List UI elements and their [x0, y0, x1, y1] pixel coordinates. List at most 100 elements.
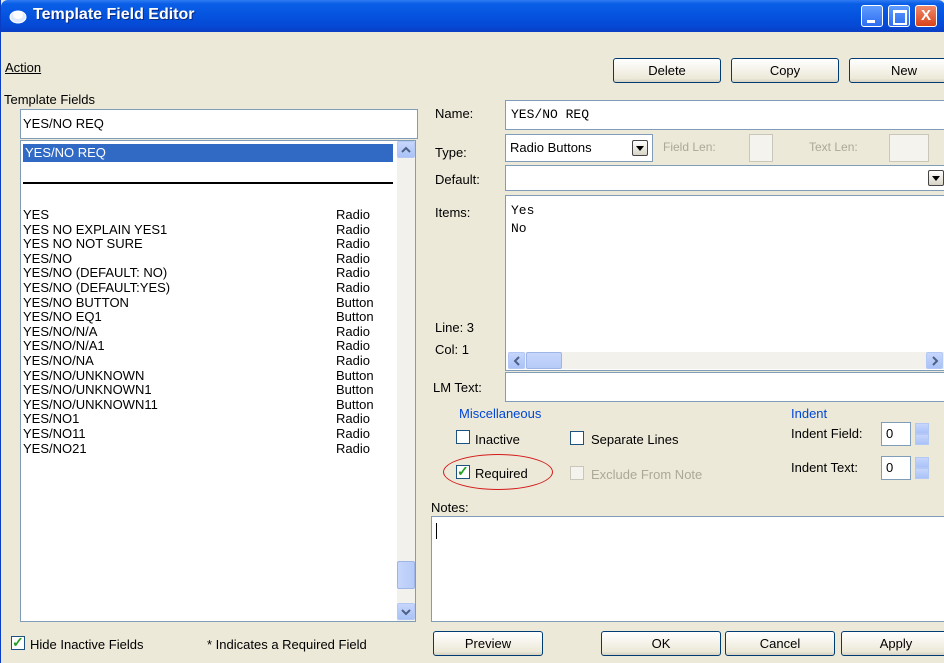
- field-name: YES NO NOT SURE: [23, 236, 143, 252]
- list-item[interactable]: YES/NO (DEFAULT: NO) Radio: [23, 265, 393, 280]
- chevron-down-icon[interactable]: [928, 170, 944, 186]
- delete-button[interactable]: Delete: [613, 58, 721, 83]
- scroll-left-button[interactable]: [508, 352, 525, 369]
- name-input[interactable]: YES/NO REQ: [505, 100, 944, 130]
- list-scrollbar[interactable]: [397, 141, 415, 621]
- inactive-label: Inactive: [475, 432, 520, 447]
- template-fields-search-input[interactable]: YES/NO REQ: [20, 109, 418, 139]
- template-field-editor-window: Template Field Editor Action Delete Copy…: [0, 0, 944, 663]
- chevron-down-icon[interactable]: [632, 140, 648, 156]
- required-highlight-oval: [443, 454, 553, 490]
- list-item[interactable]: YES/NO/NA Radio: [23, 353, 393, 368]
- item-line: Yes: [511, 203, 535, 218]
- scroll-down-button[interactable]: [397, 603, 415, 620]
- field-name: YES/NO BUTTON: [23, 294, 129, 310]
- type-value: Radio Buttons: [510, 140, 592, 155]
- line-indicator: Line: 3: [435, 320, 475, 335]
- scroll-thumb[interactable]: [397, 561, 415, 589]
- field-len-label: Field Len:: [663, 140, 716, 154]
- field-type: Button: [336, 294, 374, 310]
- indent-field-input[interactable]: 0: [881, 422, 911, 446]
- list-item[interactable]: YES/NO11 Radio: [23, 426, 393, 441]
- indent-field-label: Indent Field:: [791, 426, 863, 441]
- items-hscrollbar[interactable]: [508, 352, 944, 369]
- chevron-up-icon: [401, 146, 411, 153]
- text-len-input[interactable]: [889, 134, 929, 162]
- type-select[interactable]: Radio Buttons: [505, 134, 653, 162]
- list-item[interactable]: YES NO NOT SURE Radio: [23, 236, 393, 251]
- scroll-right-button[interactable]: [926, 352, 943, 369]
- hide-inactive-checkbox[interactable]: [11, 634, 25, 651]
- field-name: YES: [23, 207, 50, 222]
- name-value: YES/NO REQ: [511, 107, 590, 122]
- list-item[interactable]: YES/NO21 Radio: [23, 441, 393, 456]
- list-item[interactable]: YES/NO1 Radio: [23, 411, 393, 426]
- list-item[interactable]: YES/NO EQ1 Button: [23, 309, 393, 324]
- field-type: Button: [336, 367, 374, 383]
- default-select[interactable]: [505, 165, 944, 191]
- list-item[interactable]: YES Radio: [23, 207, 393, 222]
- cancel-button[interactable]: Cancel: [725, 631, 835, 656]
- indent-field-spinner[interactable]: [915, 423, 929, 445]
- template-fields-label: Template Fields: [4, 92, 96, 107]
- field-name: YES/NO (DEFAULT: NO): [23, 265, 168, 281]
- list-item[interactable]: YES NO EXPLAIN YES1 Radio: [23, 222, 393, 237]
- close-button[interactable]: [915, 5, 937, 27]
- field-name: YES/NO/N/A1: [23, 338, 105, 354]
- field-len-input[interactable]: [749, 134, 773, 162]
- notes-label: Notes:: [431, 500, 469, 515]
- search-value: YES/NO REQ: [23, 116, 104, 131]
- selected-field-row[interactable]: YES/NO REQ: [23, 144, 393, 162]
- indent-text-input[interactable]: 0: [881, 456, 911, 480]
- preview-button[interactable]: Preview: [433, 631, 543, 656]
- notes-textarea[interactable]: [431, 516, 944, 622]
- minimize-button[interactable]: [861, 5, 883, 27]
- field-type: Radio: [336, 353, 370, 368]
- maximize-button[interactable]: [888, 5, 910, 27]
- list-item[interactable]: YES/NO/UNKNOWN11 Button: [23, 397, 393, 412]
- apply-button[interactable]: Apply: [841, 631, 944, 656]
- ok-button[interactable]: OK: [601, 631, 721, 656]
- type-label: Type:: [435, 145, 467, 160]
- field-type: Radio: [336, 250, 370, 266]
- separate-lines-checkbox[interactable]: [570, 431, 584, 445]
- chevron-left-icon: [513, 356, 520, 366]
- new-button[interactable]: New: [849, 58, 944, 83]
- indent-text-value: 0: [886, 460, 894, 475]
- exclude-from-note-checkbox[interactable]: [570, 466, 584, 480]
- list-item[interactable]: YES/NO/UNKNOWN1 Button: [23, 382, 393, 397]
- list-item[interactable]: YES/NO (DEFAULT:YES) Radio: [23, 280, 393, 295]
- field-name: YES/NO: [23, 250, 73, 266]
- field-name: YES/NO11: [23, 426, 86, 441]
- hide-inactive-label: Hide Inactive Fields: [30, 637, 144, 652]
- list-item[interactable]: YES/NO BUTTON Button: [23, 295, 393, 310]
- field-type: Radio: [336, 440, 370, 456]
- misc-group-title: Miscellaneous: [459, 406, 542, 421]
- title-bar[interactable]: Template Field Editor: [1, 0, 944, 32]
- field-name: YES/NO/UNKNOWN: [23, 367, 145, 383]
- lm-text-input[interactable]: [505, 372, 944, 402]
- field-name: YES NO EXPLAIN YES1: [23, 221, 168, 237]
- exclude-from-note-label: Exclude From Note: [591, 467, 703, 482]
- field-type: Button: [336, 382, 374, 398]
- field-name: YES/NO (DEFAULT:YES): [23, 280, 171, 295]
- field-type: Radio: [336, 323, 370, 339]
- inactive-checkbox[interactable]: [456, 430, 470, 444]
- copy-button[interactable]: Copy: [731, 58, 839, 83]
- hscroll-thumb[interactable]: [526, 352, 562, 369]
- indent-text-spinner[interactable]: [915, 457, 929, 479]
- chevron-down-icon: [401, 609, 411, 616]
- field-type: Radio: [336, 207, 370, 222]
- items-textarea[interactable]: Yes No: [505, 195, 944, 371]
- window-title: Template Field Editor: [33, 6, 195, 23]
- menu-action[interactable]: Action: [5, 60, 41, 75]
- scroll-up-button[interactable]: [397, 141, 415, 158]
- list-item[interactable]: YES/NO Radio: [23, 251, 393, 266]
- list-item[interactable]: YES/NO/UNKNOWN Button: [23, 368, 393, 383]
- list-item[interactable]: YES/NO/N/A Radio: [23, 324, 393, 339]
- field-type: Radio: [336, 338, 370, 354]
- field-name: YES/NO/UNKNOWN11: [23, 396, 158, 412]
- list-item[interactable]: YES/NO/N/A1 Radio: [23, 338, 393, 353]
- field-type: Radio: [336, 221, 370, 237]
- name-label: Name:: [435, 106, 474, 121]
